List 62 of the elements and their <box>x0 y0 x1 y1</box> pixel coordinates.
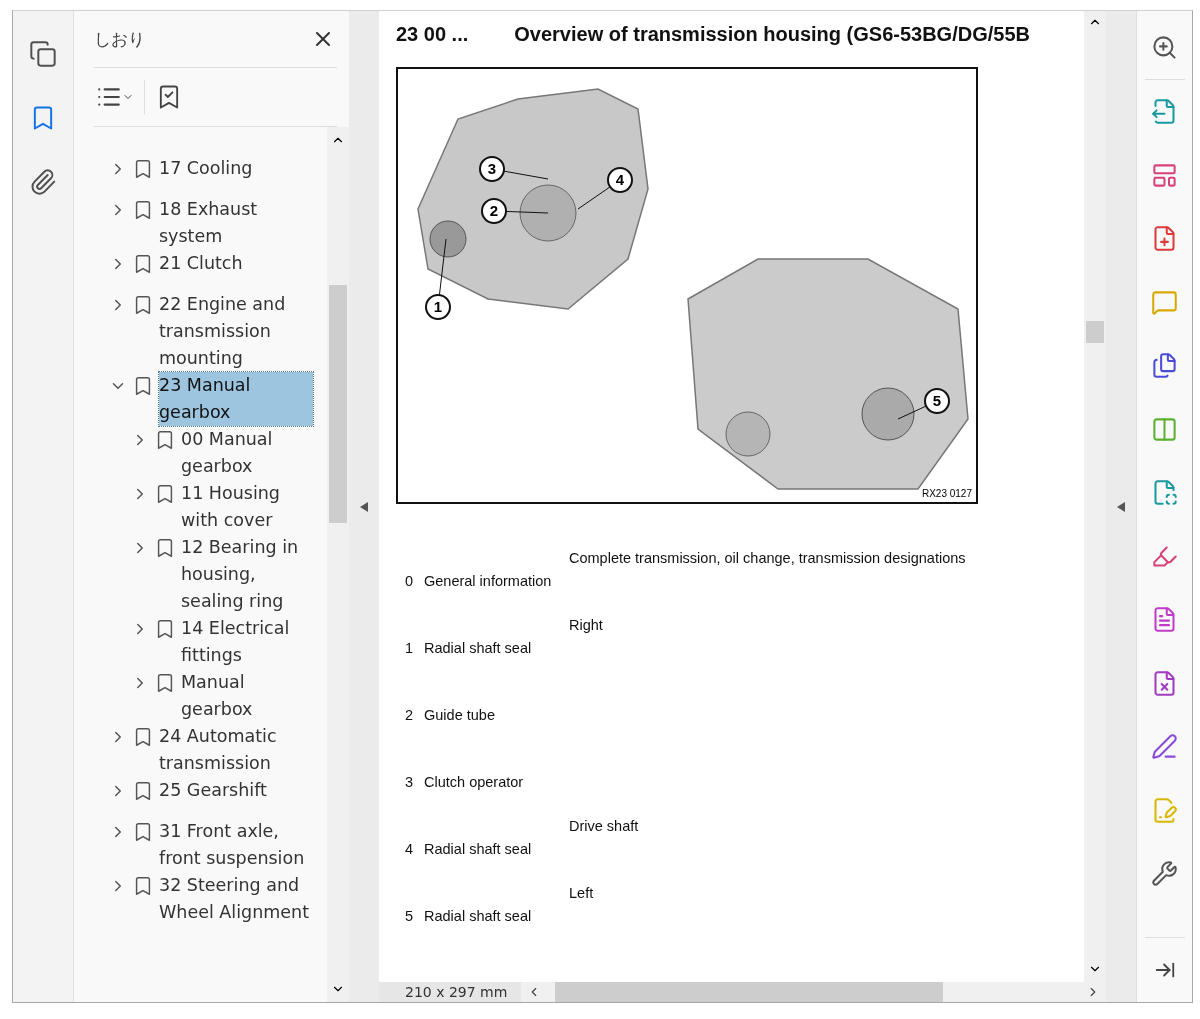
legend-note: Right <box>568 617 604 633</box>
bookmark-item[interactable]: 24 Automatic transmission <box>159 723 313 777</box>
legend-number: 2 <box>404 707 415 725</box>
comment-tool-icon[interactable] <box>1151 288 1178 316</box>
more-tool-icon[interactable] <box>1151 860 1178 887</box>
callout-number: 4 <box>615 171 625 188</box>
bookmark-item[interactable]: 00 Manual gearbox <box>181 426 313 480</box>
bookmark-item[interactable]: 11 Housing with cover <box>181 480 313 534</box>
attachments-tab-icon[interactable] <box>29 168 57 196</box>
compare-tool-icon[interactable] <box>1151 415 1178 443</box>
combine-tool-icon[interactable] <box>1151 352 1178 379</box>
bookmark-item[interactable]: 22 Engine and transmission mounting <box>159 291 313 372</box>
bookmark-item[interactable]: 25 Gearshift <box>159 777 313 804</box>
legend-name: Radial shaft seal <box>423 908 533 926</box>
legend-number: 0 <box>404 573 415 591</box>
callout-number: 5 <box>932 392 942 409</box>
legend-name: General information <box>423 573 553 591</box>
protect-tool-icon[interactable] <box>1151 606 1178 633</box>
legend-number: 1 <box>404 640 415 658</box>
callout-number: 1 <box>433 298 443 315</box>
document-title: Overview of transmission housing (GS6-53BG/DG/55B <box>514 23 1030 46</box>
bookmark-item[interactable]: 31 Front axle, front suspension <box>159 818 313 872</box>
bookmark-item[interactable]: 23 Manual gearbox <box>159 372 313 426</box>
scrollbar[interactable] <box>1084 11 1106 982</box>
legend-note: Drive shaft <box>568 818 640 834</box>
bookmark-item[interactable]: 18 Exhaust system <box>159 196 313 250</box>
export-tool-icon[interactable] <box>1151 98 1178 125</box>
scrollbar[interactable] <box>327 127 349 1002</box>
collapse-panel-icon[interactable] <box>360 501 368 512</box>
callout-circle <box>425 294 451 320</box>
pages-tab-icon[interactable] <box>29 40 57 68</box>
redact-tool-icon[interactable] <box>1151 669 1178 697</box>
bookmark-item[interactable]: Manual gearbox <box>181 669 313 723</box>
callout-number: 2 <box>489 202 499 219</box>
bookmark-item[interactable]: 17 Cooling <box>159 155 313 182</box>
legend-note: Left <box>568 885 595 901</box>
organize-tool-icon[interactable] <box>1151 161 1178 189</box>
bookmark-item[interactable]: 12 Bearing in housing, sealing ring <box>181 534 313 615</box>
legend-number: 5 <box>404 908 415 926</box>
legend-note: Complete transmission, oil change, transmission designations <box>568 550 967 566</box>
legend-number: 3 <box>404 774 415 792</box>
scroll-thumb[interactable] <box>555 982 943 1002</box>
legend-name: Clutch operator <box>423 774 525 792</box>
bookmark-item[interactable]: 14 Electrical fittings <box>181 615 313 669</box>
legend-number: 4 <box>404 841 415 859</box>
zoom-tool-icon[interactable] <box>1151 33 1178 61</box>
bookmark-item[interactable]: 21 Clutch <box>159 250 313 277</box>
figure-code: RX23 0127 <box>921 488 972 499</box>
scan-tool-icon[interactable] <box>1151 479 1178 506</box>
legend-name: Guide tube <box>423 707 496 725</box>
scroll-thumb[interactable] <box>329 285 347 523</box>
bookmark-item[interactable]: 32 Steering and Wheel Alignment <box>159 872 313 926</box>
sign-tool-icon[interactable] <box>1151 733 1178 760</box>
create-tool-icon[interactable] <box>1151 225 1178 252</box>
scroll-thumb[interactable] <box>1086 321 1104 343</box>
legend-name: Radial shaft seal <box>423 640 533 658</box>
collapse-tools-icon[interactable] <box>1117 501 1125 512</box>
callout-number: 3 <box>487 160 497 177</box>
legend-name: Radial shaft seal <box>423 841 533 859</box>
section-number: 23 00 ... <box>396 23 469 46</box>
page-size: 210 x 297 mm <box>379 982 521 1002</box>
panel-title: しおり <box>94 27 145 51</box>
